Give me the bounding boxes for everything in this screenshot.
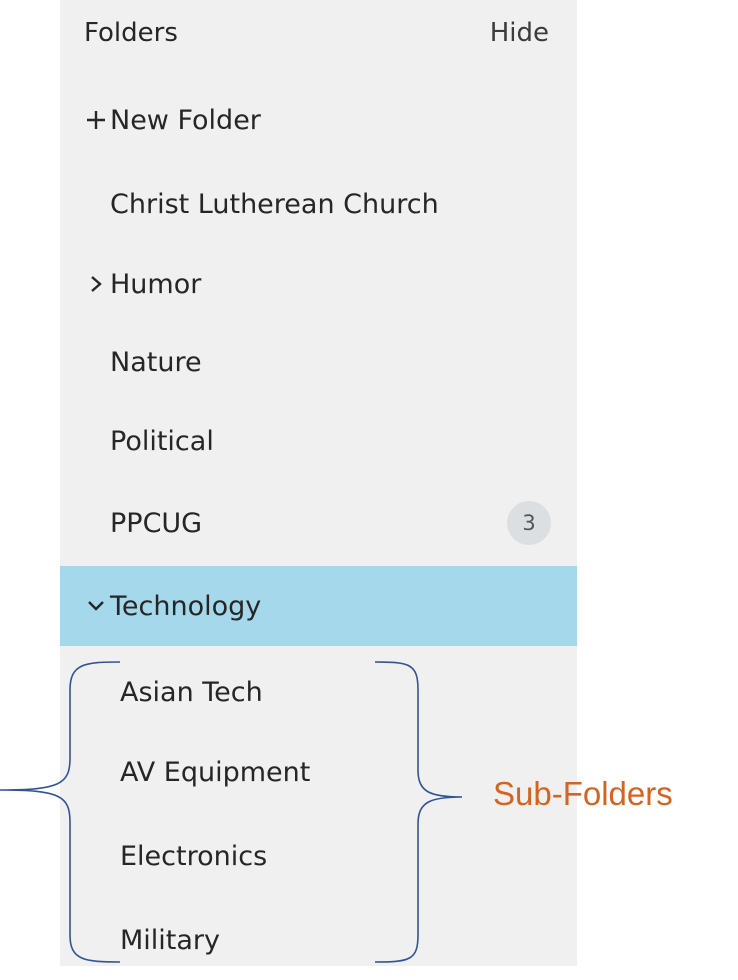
folder-label: PPCUG [110,507,203,539]
plus-icon [82,80,110,160]
folder-item-nature[interactable]: Nature [60,322,577,402]
subfolder-label: Military [120,924,221,956]
subfolder-label: Electronics [120,840,268,872]
folders-panel: Folders Hide New Folder Christ Lutherean… [60,0,577,966]
subfolder-item-military[interactable]: Military [60,900,577,980]
folder-label: Political [110,425,214,457]
chevron-down-icon[interactable] [82,566,110,646]
new-folder-button[interactable]: New Folder [60,80,577,160]
folder-label: Humor [110,268,202,300]
folder-label: Technology [110,590,262,622]
new-folder-label: New Folder [110,104,261,136]
subfolder-label: AV Equipment [120,756,311,788]
folder-item-technology[interactable]: Technology [60,566,577,646]
folder-item-humor[interactable]: Humor [60,244,577,324]
subfolder-item-electronics[interactable]: Electronics [60,816,577,896]
subfolders-annotation-label: Sub-Folders [493,775,673,812]
subfolder-item-asian-tech[interactable]: Asian Tech [60,652,577,732]
folders-header: Folders Hide [60,0,577,76]
folders-title: Folders [84,18,178,48]
folder-item-christ-lutherean-church[interactable]: Christ Lutherean Church [60,164,577,244]
hide-button[interactable]: Hide [490,18,549,48]
unread-count-badge: 3 [507,501,551,545]
subfolder-label: Asian Tech [120,676,263,708]
folder-label: Nature [110,346,202,378]
folder-item-political[interactable]: Political [60,401,577,481]
folder-item-ppcug[interactable]: PPCUG 3 [60,483,577,563]
chevron-right-icon[interactable] [82,244,110,324]
folder-label: Christ Lutherean Church [110,188,439,220]
